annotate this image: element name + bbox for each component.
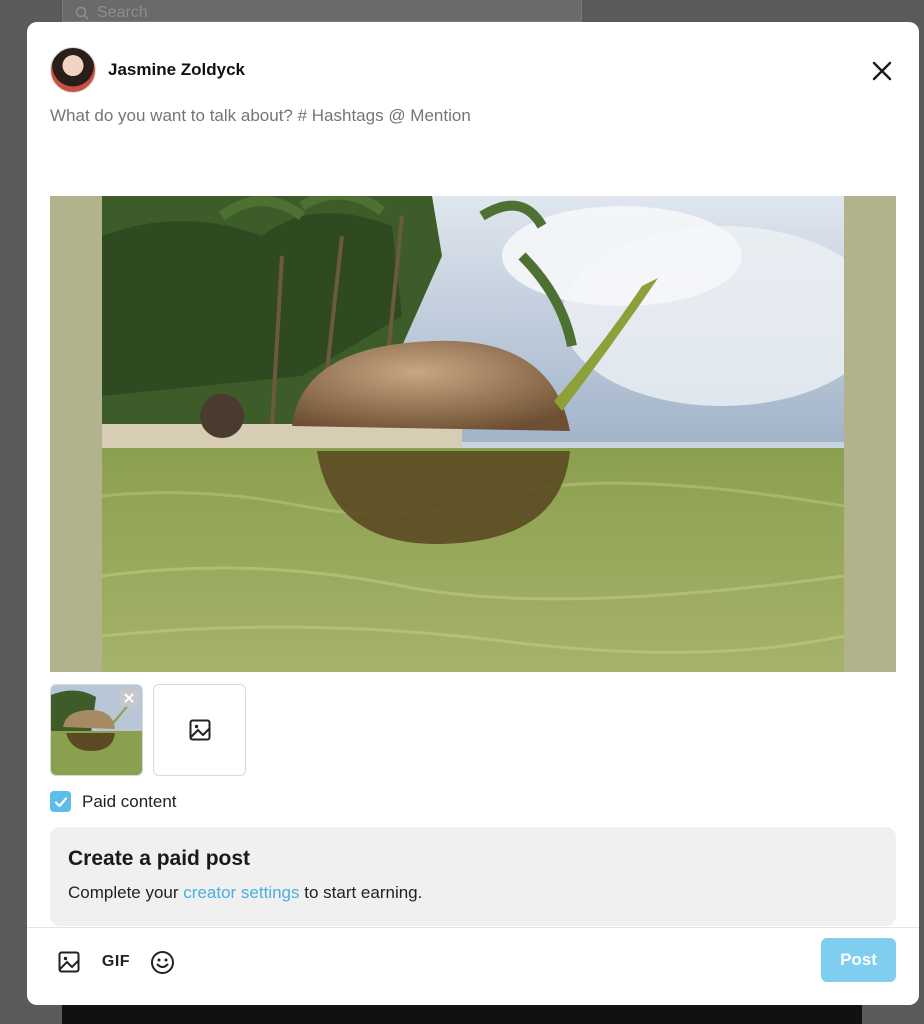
post-text-input[interactable] bbox=[50, 106, 890, 126]
attachment-thumbnails bbox=[50, 684, 246, 776]
creator-settings-link[interactable]: creator settings bbox=[183, 883, 299, 902]
image-preview bbox=[50, 196, 896, 672]
background-search-placeholder: Search bbox=[97, 3, 148, 21]
coconut-beach-photo bbox=[102, 196, 844, 672]
background-search-bar: Search bbox=[62, 0, 582, 22]
paid-content-checkbox[interactable] bbox=[50, 791, 71, 812]
gif-button[interactable]: GIF bbox=[100, 948, 132, 976]
image-icon bbox=[58, 951, 80, 973]
attachment-thumbnail[interactable] bbox=[50, 684, 143, 776]
remove-attachment-button[interactable] bbox=[120, 689, 138, 707]
gif-label: GIF bbox=[101, 953, 131, 970]
post-author: Jasmine Zoldyck bbox=[50, 47, 245, 93]
post-button[interactable]: Post bbox=[821, 938, 896, 982]
smile-icon bbox=[150, 950, 174, 974]
paid-post-info: Create a paid post Complete your creator… bbox=[50, 827, 896, 926]
add-image-button[interactable] bbox=[153, 684, 246, 776]
search-icon bbox=[75, 6, 89, 20]
create-post-modal: Jasmine Zoldyck What do you want to talk… bbox=[27, 22, 919, 1005]
close-button[interactable] bbox=[869, 58, 895, 84]
emoji-button[interactable] bbox=[148, 948, 176, 976]
post-toolbar: GIF Post bbox=[27, 927, 919, 1005]
image-icon bbox=[189, 719, 210, 741]
add-photo-button[interactable] bbox=[55, 948, 83, 976]
avatar bbox=[50, 47, 96, 93]
paid-post-desc-suffix: to start earning. bbox=[299, 883, 423, 902]
close-icon bbox=[872, 61, 892, 81]
checkmark-icon bbox=[54, 796, 67, 807]
author-name: Jasmine Zoldyck bbox=[108, 60, 246, 79]
background-page-footer bbox=[62, 1004, 862, 1024]
paid-post-description: Complete your creator settings to start … bbox=[68, 883, 878, 903]
paid-post-title: Create a paid post bbox=[68, 847, 251, 870]
paid-content-label: Paid content bbox=[82, 791, 177, 811]
close-icon bbox=[124, 693, 134, 703]
paid-post-desc-prefix: Complete your bbox=[68, 883, 184, 902]
paid-content-option: Paid content bbox=[50, 791, 177, 812]
